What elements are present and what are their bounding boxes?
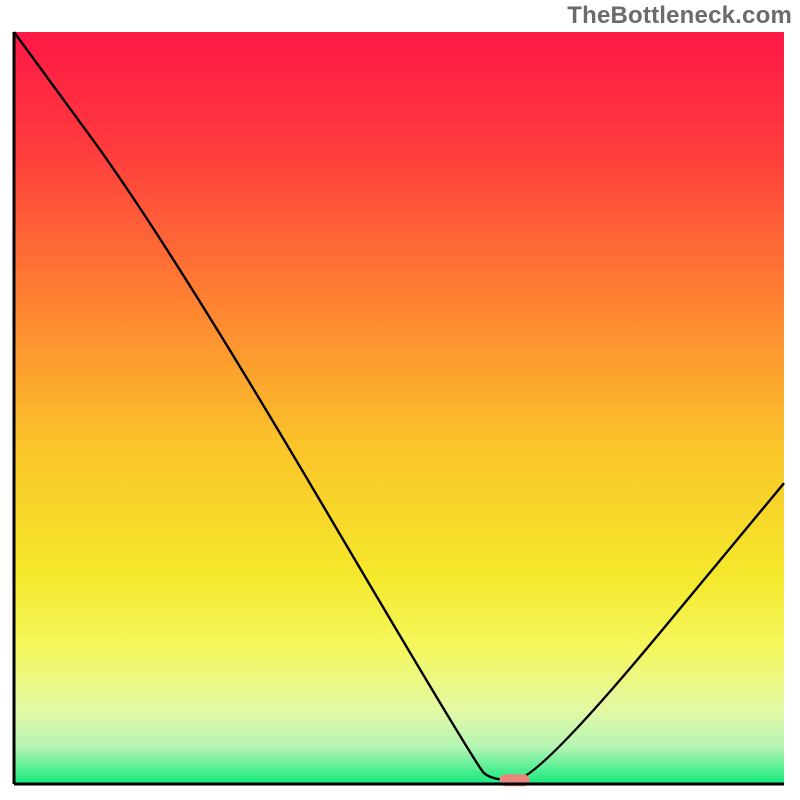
bottleneck-chart bbox=[0, 0, 800, 800]
chart-container: TheBottleneck.com bbox=[0, 0, 800, 800]
plot-background bbox=[14, 32, 784, 784]
